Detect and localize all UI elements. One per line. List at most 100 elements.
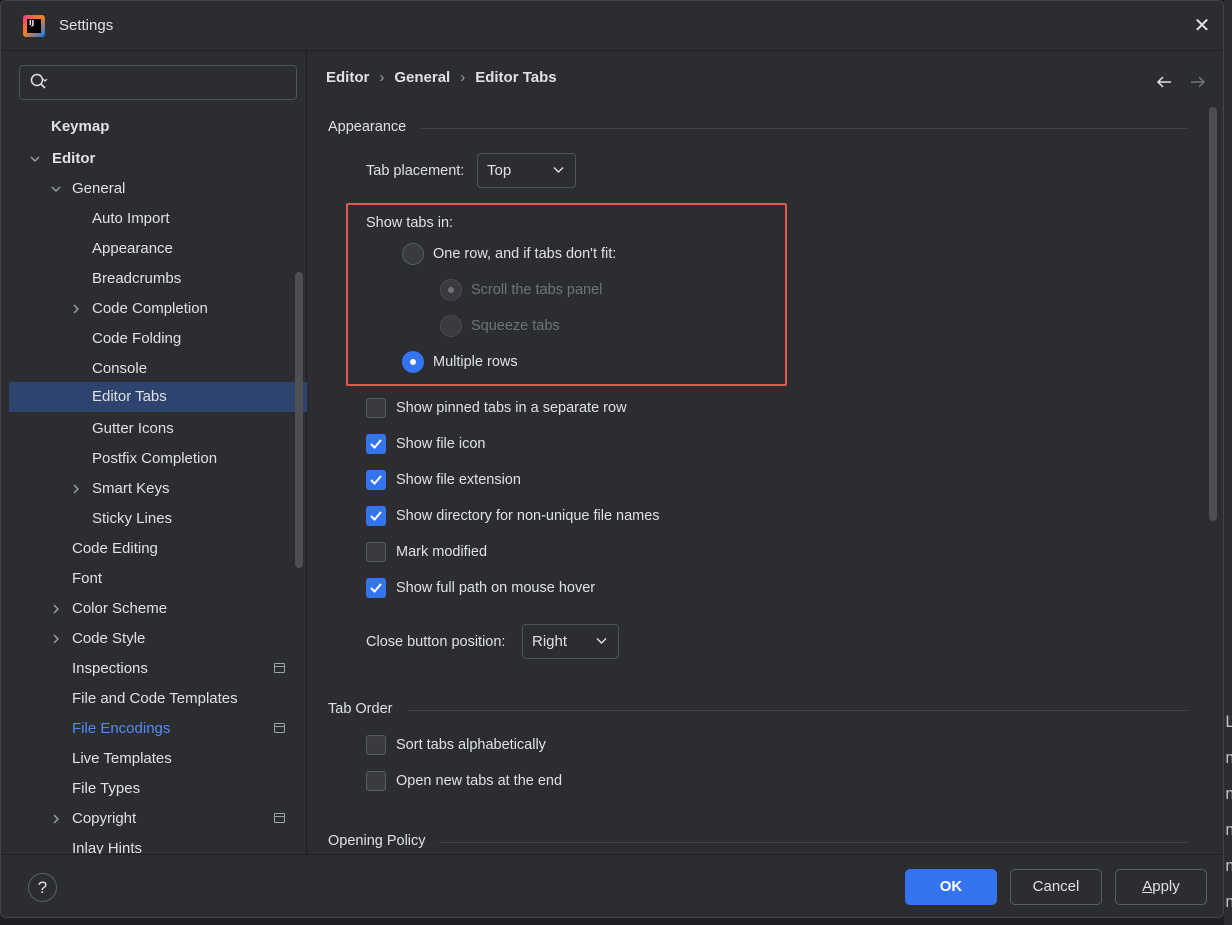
radio-squeeze-label: Squeeze tabs: [471, 318, 560, 334]
sidebar-item-editor-tabs[interactable]: Editor Tabs: [9, 382, 307, 412]
section-title-tab-order: Tab Order: [328, 701, 393, 717]
background-glyph: n: [1225, 784, 1232, 803]
sidebar-item-code-style[interactable]: Code Style: [9, 624, 307, 654]
breadcrumb-item[interactable]: General: [394, 69, 450, 86]
search-input[interactable]: [19, 65, 297, 100]
breadcrumb: Editor › General › Editor Tabs: [326, 69, 557, 86]
sidebar-item-label: Font: [72, 570, 103, 587]
checkbox-mark-modified[interactable]: [366, 542, 386, 562]
sidebar-item-sticky-lines[interactable]: Sticky Lines: [9, 504, 307, 534]
sidebar-item-file-and-code-templates[interactable]: File and Code Templates: [9, 684, 307, 714]
checkbox-file-extension-label: Show file extension: [396, 472, 521, 488]
sidebar-item-file-types[interactable]: File Types: [9, 774, 307, 804]
sidebar-item-keymap[interactable]: Keymap: [9, 112, 307, 142]
close-button-position-value: Right: [532, 633, 568, 650]
sidebar-item-label: Gutter Icons: [92, 420, 174, 437]
chevron-down-icon[interactable]: [29, 153, 41, 165]
section-divider: [408, 710, 1187, 711]
checkbox-sort-alphabetically[interactable]: [366, 735, 386, 755]
sidebar-item-label: Auto Import: [92, 210, 170, 227]
checkbox-directory-label: Show directory for non-unique file names: [396, 508, 660, 524]
ok-button[interactable]: OK: [905, 869, 997, 905]
dialog-footer: ? OK Cancel Apply: [1, 854, 1223, 917]
cancel-button[interactable]: Cancel: [1010, 869, 1102, 905]
checkbox-directory[interactable]: [366, 506, 386, 526]
checkbox-file-icon[interactable]: [366, 434, 386, 454]
sidebar-item-label: Code Folding: [92, 330, 182, 347]
checkbox-open-at-end[interactable]: [366, 771, 386, 791]
checkbox-file-extension[interactable]: [366, 470, 386, 490]
radio-multiple-rows[interactable]: [402, 351, 424, 373]
content-scrollbar[interactable]: [1209, 107, 1217, 521]
tab-placement-label: Tab placement:: [366, 163, 465, 179]
section-title-appearance: Appearance: [328, 119, 407, 135]
sidebar-item-label: Breadcrumbs: [92, 270, 182, 287]
arrow-left-icon[interactable]: [1155, 74, 1173, 90]
sidebar-item-editor[interactable]: Editor: [9, 144, 307, 174]
project-scope-icon: [274, 813, 285, 823]
sidebar-item-live-templates[interactable]: Live Templates: [9, 744, 307, 774]
sidebar-item-smart-keys[interactable]: Smart Keys: [9, 474, 307, 504]
sidebar-item-label: Sticky Lines: [92, 510, 173, 527]
sidebar-item-label: Code Completion: [92, 300, 208, 317]
chevron-down-icon: [553, 167, 564, 173]
sidebar-item-auto-import[interactable]: Auto Import: [9, 204, 307, 234]
project-scope-icon: [274, 663, 285, 673]
sidebar-item-code-editing[interactable]: Code Editing: [9, 534, 307, 564]
intellij-logo-icon: [23, 15, 45, 37]
radio-one-row[interactable]: [402, 243, 424, 265]
radio-scroll-label: Scroll the tabs panel: [471, 282, 603, 298]
sidebar-item-label: Console: [92, 360, 148, 377]
sidebar-item-code-completion[interactable]: Code Completion: [9, 294, 307, 324]
sidebar-item-label: File Types: [72, 780, 141, 797]
background-glyph: n: [1225, 892, 1232, 911]
sidebar-item-font[interactable]: Font: [9, 564, 307, 594]
chevron-down-icon[interactable]: [50, 183, 62, 195]
checkbox-pinned-tabs[interactable]: [366, 398, 386, 418]
sidebar-item-postfix-completion[interactable]: Postfix Completion: [9, 444, 307, 474]
breadcrumb-item[interactable]: Editor: [326, 69, 369, 86]
arrow-right-icon[interactable]: [1189, 74, 1207, 90]
sidebar-item-code-folding[interactable]: Code Folding: [9, 324, 307, 354]
chevron-right-icon[interactable]: [70, 303, 82, 315]
sidebar-item-label: File Encodings: [72, 720, 171, 737]
help-button[interactable]: ?: [28, 873, 57, 902]
checkbox-file-icon-label: Show file icon: [396, 436, 486, 452]
chevron-right-icon[interactable]: [70, 483, 82, 495]
sidebar-item-inspections[interactable]: Inspections: [9, 654, 307, 684]
sidebar-item-gutter-icons[interactable]: Gutter Icons: [9, 414, 307, 444]
apply-button[interactable]: Apply: [1115, 869, 1207, 905]
settings-dialog: Settings ✕ Keymap Editor General: [0, 0, 1224, 918]
sidebar-item-copyright[interactable]: Copyright: [9, 804, 307, 834]
window-title: Settings: [59, 17, 114, 34]
sidebar-item-label: Smart Keys: [92, 480, 170, 497]
sidebar-item-color-scheme[interactable]: Color Scheme: [9, 594, 307, 624]
chevron-right-icon[interactable]: [50, 813, 62, 825]
chevron-right-icon[interactable]: [50, 633, 62, 645]
sidebar-scrollbar[interactable]: [295, 272, 303, 568]
radio-squeeze-tabs[interactable]: [440, 315, 462, 337]
tab-placement-dropdown[interactable]: Top: [477, 153, 576, 188]
sidebar-item-label: Keymap: [51, 118, 110, 135]
title-bar: Settings ✕: [1, 1, 1223, 51]
chevron-down-icon: [596, 638, 607, 644]
sidebar-item-appearance[interactable]: Appearance: [9, 234, 307, 264]
sidebar-item-breadcrumbs[interactable]: Breadcrumbs: [9, 264, 307, 294]
sidebar-item-general[interactable]: General: [9, 174, 307, 204]
sidebar-item-console[interactable]: Console: [9, 354, 307, 384]
sidebar-item-label: Editor Tabs: [92, 388, 167, 405]
chevron-right-icon[interactable]: [50, 603, 62, 615]
checkbox-pinned-label: Show pinned tabs in a separate row: [396, 400, 627, 416]
close-icon[interactable]: ✕: [1189, 13, 1215, 39]
radio-scroll-tabs-panel[interactable]: [440, 279, 462, 301]
breadcrumb-item: Editor Tabs: [475, 69, 557, 86]
close-button-position-dropdown[interactable]: Right: [522, 624, 619, 659]
sidebar-item-label: Color Scheme: [72, 600, 168, 617]
section-divider: [439, 842, 1187, 843]
project-scope-icon: [274, 723, 285, 733]
sidebar-item-label: File and Code Templates: [72, 690, 238, 707]
checkbox-full-path[interactable]: [366, 578, 386, 598]
sidebar-item-file-encodings[interactable]: File Encodings: [9, 714, 307, 744]
radio-one-row-label: One row, and if tabs don't fit:: [433, 246, 617, 262]
close-button-position-label: Close button position:: [366, 634, 506, 650]
